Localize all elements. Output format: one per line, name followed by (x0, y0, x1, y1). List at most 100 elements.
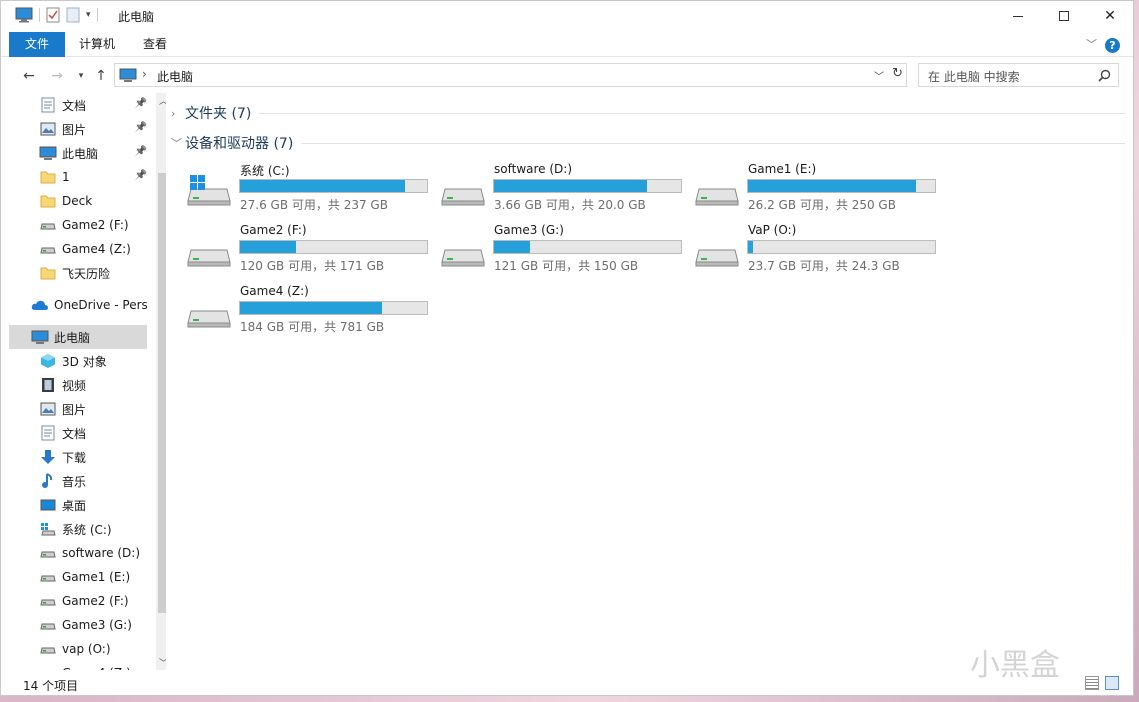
drive-tile[interactable]: Game4 (Z:) 184 GB 可用，共 781 GB (171, 283, 428, 341)
tab-file[interactable]: 文件 (9, 32, 66, 57)
new-folder-icon[interactable] (66, 7, 80, 23)
sidebar-item[interactable]: Game1 (E:) (9, 565, 147, 589)
drive-tile[interactable]: VaP (O:) 23.7 GB 可用，共 24.3 GB (679, 222, 936, 280)
sidebar-item[interactable]: 1 📌 (9, 165, 147, 189)
sidebar-item[interactable]: 飞天历险 (9, 261, 147, 285)
music-icon (39, 473, 57, 489)
drive-usage-fill (240, 241, 297, 253)
sidebar-item-label: Game3 (G:) (62, 618, 132, 632)
sidebar-item[interactable]: 桌面 (9, 493, 147, 517)
close-button[interactable]: ✕ (1087, 1, 1133, 31)
drive-usage-fill (494, 241, 530, 253)
pin-icon[interactable]: 📌 (135, 122, 147, 133)
sidebar-item-label: 系统 (C:) (62, 522, 112, 537)
sidebar-item-label: 文档 (62, 98, 87, 113)
document-icon (39, 425, 57, 441)
window-title: 此电脑 (118, 10, 155, 24)
refresh-icon[interactable]: ↻ (892, 66, 903, 81)
sidebar-item[interactable]: 系统 (C:) (9, 517, 147, 541)
item-count: 14 个项目 (23, 679, 79, 693)
devices-group-title: 设备和驱动器 (7) (185, 136, 294, 152)
address-dropdown-icon[interactable]: ﹀ (874, 68, 884, 83)
drive-icon (187, 249, 231, 267)
scrollbar-thumb[interactable] (158, 173, 166, 613)
this-pc-icon (39, 145, 57, 161)
sidebar-item[interactable]: 视频 (9, 373, 147, 397)
address-bar[interactable]: › 此电脑 ﹀ ↻ (114, 63, 907, 87)
sidebar-item[interactable]: 下载 (9, 445, 147, 469)
drive-icon (39, 593, 57, 609)
drive-tile[interactable]: software (D:) 3.66 GB 可用，共 20.0 GB (425, 161, 682, 219)
sidebar-item[interactable]: Deck (9, 189, 147, 213)
expand-ribbon-icon[interactable]: ﹀ (1086, 36, 1097, 52)
ribbon-tabs: 文件 计算机 查看 ﹀ ? (1, 32, 1133, 57)
tab-view[interactable]: 查看 (129, 32, 181, 57)
scroll-down-icon[interactable]: ﹀ (159, 656, 166, 669)
drive-icon (441, 249, 485, 267)
sidebar-item-label: 图片 (62, 402, 87, 417)
pin-icon[interactable]: 📌 (135, 98, 147, 109)
sidebar-item[interactable]: 此电脑 (9, 325, 147, 349)
drive-usage-fill (748, 180, 917, 192)
windows-drive-icon (187, 175, 231, 206)
chevron-right-icon: › (171, 106, 176, 120)
sidebar-item-label: 此电脑 (54, 330, 91, 345)
minimize-button[interactable] (995, 1, 1041, 31)
sidebar-item[interactable]: 图片 📌 (9, 117, 147, 141)
sidebar-item[interactable]: Game3 (G:) (9, 613, 147, 637)
sidebar-item[interactable]: 文档 📌 (9, 93, 147, 117)
chevron-down-icon: ﹀ (171, 137, 182, 150)
sidebar-item[interactable]: vap (O:) (9, 637, 147, 661)
large-icons-view-icon[interactable] (1105, 676, 1119, 690)
drive-name: software (D:) (494, 162, 572, 176)
drive-usage-bar (239, 240, 428, 254)
pin-icon[interactable]: 📌 (135, 146, 147, 157)
sidebar-item[interactable]: Game2 (F:) (9, 213, 147, 237)
folder-icon (39, 193, 57, 209)
sidebar-item[interactable]: 图片 (9, 397, 147, 421)
drive-tile[interactable]: Game2 (F:) 120 GB 可用，共 171 GB (171, 222, 428, 280)
folders-group-header[interactable]: › 文件夹 (7) (171, 101, 1125, 125)
scroll-up-icon[interactable]: ︿ (159, 94, 166, 107)
sidebar-item[interactable]: 3D 对象 (9, 349, 147, 373)
sidebar-item[interactable]: Game4 (Z:) (9, 237, 147, 261)
forward-button[interactable]: → (47, 66, 67, 86)
pin-icon[interactable]: 📌 (135, 170, 147, 181)
sidebar-item-label: 飞天历险 (62, 266, 111, 281)
sidebar-item[interactable]: software (D:) (9, 541, 147, 565)
file-explorer-window: ▾ 此电脑 ✕ 文件 计算机 查看 ﹀ ? ← → ▾ ↑ › 此电脑 ﹀ ↻ … (0, 0, 1134, 696)
drive-tile[interactable]: 系统 (C:) 27.6 GB 可用，共 237 GB (171, 161, 428, 219)
sidebar-item-label: 此电脑 (62, 146, 99, 161)
maximize-button[interactable] (1041, 1, 1087, 31)
sidebar-item[interactable]: 此电脑 📌 (9, 141, 147, 165)
sidebar-item-label: 文档 (62, 426, 87, 441)
sidebar-item[interactable]: 文档 (9, 421, 147, 445)
recent-locations-button[interactable]: ▾ (71, 66, 91, 86)
title-bar: ▾ 此电脑 ✕ (1, 1, 1133, 31)
sidebar-item[interactable]: OneDrive - Perso (9, 293, 147, 317)
sidebar-item-label: Game1 (E:) (62, 570, 131, 584)
navigation-bar: ← → ▾ ↑ › 此电脑 ﹀ ↻ 在 此电脑 中搜索 (1, 63, 1133, 89)
drive-name: Game2 (F:) (240, 223, 307, 237)
tab-computer[interactable]: 计算机 (65, 32, 129, 57)
sidebar-item[interactable]: 音乐 (9, 469, 147, 493)
sidebar-item[interactable]: Game4 (Z:) (9, 661, 147, 670)
customize-toolbar-icon[interactable]: ▾ (86, 10, 91, 20)
drive-tile[interactable]: Game3 (G:) 121 GB 可用，共 150 GB (425, 222, 682, 280)
breadcrumb-chevron-icon[interactable]: › (142, 67, 147, 81)
drive-icon (39, 617, 57, 633)
breadcrumb[interactable]: 此电脑 (157, 68, 193, 85)
up-button[interactable]: ↑ (91, 66, 111, 86)
devices-group-header[interactable]: ﹀ 设备和驱动器 (7) (171, 131, 1125, 155)
sidebar-item-label: 视频 (62, 378, 87, 393)
search-input[interactable]: 在 此电脑 中搜索 (918, 63, 1119, 87)
details-view-icon[interactable] (1085, 676, 1099, 690)
sidebar-item-label: vap (O:) (62, 642, 111, 656)
sidebar-item[interactable]: Game2 (F:) (9, 589, 147, 613)
back-button[interactable]: ← (19, 66, 39, 86)
drive-tile[interactable]: Game1 (E:) 26.2 GB 可用，共 250 GB (679, 161, 936, 219)
help-button[interactable]: ? (1105, 38, 1120, 53)
properties-icon[interactable] (46, 7, 60, 23)
folders-group-title: 文件夹 (7) (185, 106, 252, 122)
navigation-scrollbar[interactable]: ︿ ﹀ (156, 93, 166, 670)
